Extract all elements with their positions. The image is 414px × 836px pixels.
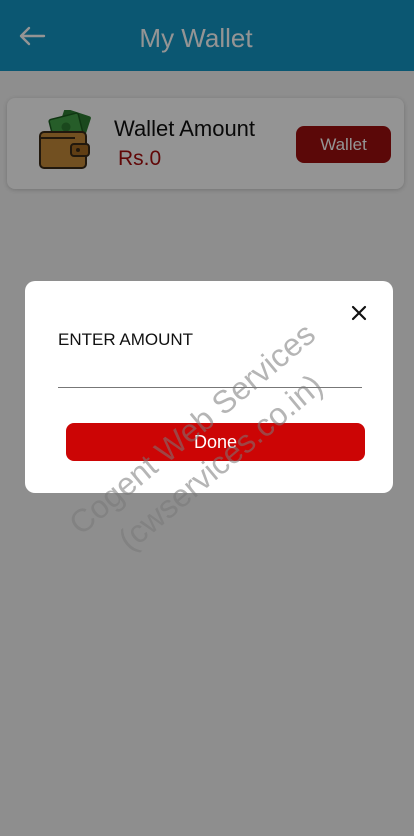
close-button[interactable]	[347, 301, 371, 325]
enter-amount-dialog: ENTER AMOUNT Done	[25, 281, 393, 493]
amount-label: ENTER AMOUNT	[58, 330, 194, 349]
done-button[interactable]: Done	[66, 423, 365, 461]
close-icon	[351, 305, 367, 321]
amount-input[interactable]	[58, 353, 362, 388]
